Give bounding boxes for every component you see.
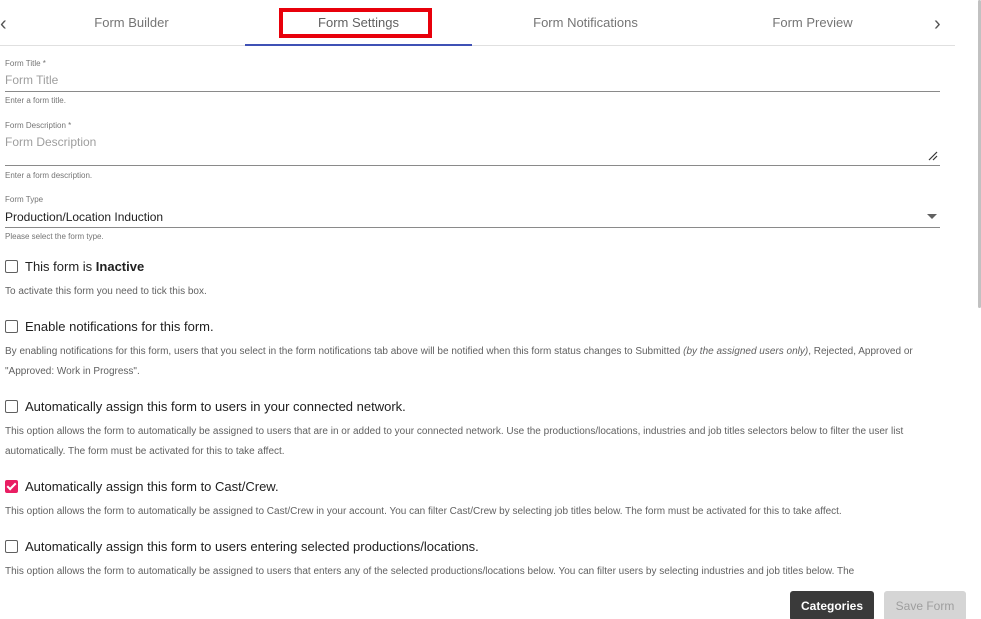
resize-handle-icon[interactable]	[928, 151, 938, 161]
form-description-underline	[5, 165, 940, 166]
form-type-underline	[5, 227, 940, 228]
cast-crew-checkbox-row[interactable]: Automatically assign this form to Cast/C…	[5, 478, 279, 494]
network-checkbox-label: Automatically assign this form to users …	[25, 398, 406, 414]
chevron-right-icon[interactable]: ›	[934, 14, 948, 34]
tab-form-preview[interactable]: Form Preview	[699, 0, 926, 46]
form-type-hint: Please select the form type.	[5, 232, 104, 241]
chevron-left-icon[interactable]: ‹	[0, 14, 14, 34]
inactive-checkbox-label: This form is Inactive	[25, 258, 145, 274]
network-checkbox-row[interactable]: Automatically assign this form to users …	[5, 398, 406, 414]
save-form-button[interactable]: Save Form	[884, 591, 966, 619]
categories-button[interactable]: Categories	[790, 591, 874, 619]
form-type-label: Form Type	[5, 195, 44, 204]
network-description: This option allows the form to automatic…	[5, 426, 904, 457]
productions-checkbox-label: Automatically assign this form to users …	[25, 538, 479, 554]
active-tab-indicator	[245, 44, 472, 46]
cast-crew-checkbox[interactable]	[5, 479, 18, 493]
form-description-textarea[interactable]: Form Description	[5, 134, 940, 150]
tab-form-builder[interactable]: Form Builder	[18, 0, 245, 46]
inactive-checkbox[interactable]	[5, 259, 18, 273]
tab-form-notifications[interactable]: Form Notifications	[472, 0, 699, 46]
notifications-description: By enabling notifications for this form,…	[5, 346, 913, 377]
dropdown-arrow-icon[interactable]	[927, 214, 937, 219]
notifications-checkbox-label: Enable notifications for this form.	[25, 318, 214, 334]
form-type-value[interactable]: Production/Location Induction	[5, 209, 940, 225]
notifications-checkbox[interactable]	[5, 319, 18, 333]
network-checkbox[interactable]	[5, 399, 18, 413]
form-title-input[interactable]: Form Title	[5, 72, 940, 88]
tab-form-settings[interactable]: Form Settings	[245, 0, 472, 46]
inactive-description: To activate this form you need to tick t…	[5, 286, 207, 297]
tab-bar: ‹ Form Builder Form Settings Form Notifi…	[0, 0, 955, 46]
form-title-hint: Enter a form title.	[5, 96, 66, 105]
inactive-checkbox-row[interactable]: This form is Inactive	[5, 258, 144, 274]
form-title-underline	[5, 91, 940, 92]
form-description-hint: Enter a form description.	[5, 171, 93, 180]
productions-checkbox-row[interactable]: Automatically assign this form to users …	[5, 538, 479, 554]
productions-checkbox[interactable]	[5, 539, 18, 553]
form-title-label: Form Title *	[5, 59, 46, 68]
cast-crew-checkbox-label: Automatically assign this form to Cast/C…	[25, 478, 279, 494]
form-title-field[interactable]: Form Title * Form Title Enter a form tit…	[5, 59, 940, 107]
cast-crew-description: This option allows the form to automatic…	[5, 506, 842, 517]
form-type-select[interactable]: Form Type Production/Location Induction …	[5, 195, 940, 245]
form-description-field[interactable]: Form Description * Form Description Ente…	[5, 121, 940, 183]
productions-description: This option allows the form to automatic…	[5, 566, 855, 577]
form-description-label: Form Description *	[5, 121, 72, 130]
notifications-checkbox-row[interactable]: Enable notifications for this form.	[5, 318, 214, 334]
